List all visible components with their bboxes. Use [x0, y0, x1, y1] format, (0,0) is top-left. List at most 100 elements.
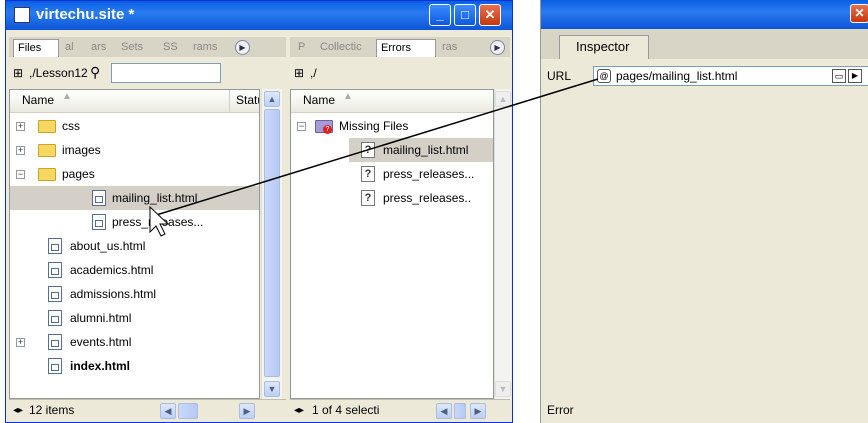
files-status-bar: ◂▸ 12 items ◀ ▶ — [9, 399, 286, 422]
errors-status-bar: ◂▸ 1 of 4 selecti ◀ ▶ — [290, 399, 510, 422]
path-label: ,/Lesson12 — [29, 66, 88, 80]
list-item[interactable]: about_us.html — [10, 234, 259, 258]
hscroll-thumb[interactable] — [454, 403, 466, 419]
maximize-button[interactable]: □ — [454, 4, 476, 26]
html-file-icon — [48, 238, 62, 254]
close-button[interactable]: ✕ — [479, 4, 501, 26]
list-item[interactable]: + events.html — [10, 330, 259, 354]
site-window: virtechu.site * _ □ ✕ Files al ars Sets … — [5, 0, 513, 423]
tab-snippets[interactable]: Sets — [117, 39, 165, 57]
hscroll-thumb[interactable] — [178, 403, 198, 419]
list-item-label: academics.html — [70, 263, 154, 277]
scroll-down-icon[interactable]: ▼ — [264, 381, 280, 397]
tab-errors[interactable]: Errors — [376, 39, 436, 57]
url-arrow-icon[interactable]: ▶ — [848, 69, 862, 83]
minimize-button[interactable]: _ — [429, 4, 451, 26]
scroll-up-icon[interactable]: ▲ — [264, 91, 280, 107]
list-item[interactable]: ? mailing_list.html — [349, 138, 493, 162]
scroll-left-icon[interactable]: ◀ — [160, 403, 176, 419]
window-titlebar[interactable]: virtechu.site * _ □ ✕ — [6, 1, 512, 30]
expand-icon[interactable]: ◂▸ — [294, 400, 304, 421]
inspector-panel: ✕ Inspector URL @ pages/mailing_list.htm… — [540, 0, 868, 423]
list-item-label: press_releases... — [383, 167, 475, 181]
expand-icon[interactable]: ◂▸ — [13, 400, 23, 421]
column-name[interactable]: Name — [303, 93, 335, 107]
tab-programs[interactable]: rams — [189, 39, 241, 57]
scroll-left-icon[interactable]: ◀ — [436, 403, 452, 419]
column-name[interactable]: Name — [22, 93, 54, 107]
path-label: ,/ — [310, 66, 317, 80]
html-file-icon — [92, 190, 106, 206]
scroll-right-icon[interactable]: ▶ — [470, 403, 486, 419]
html-file-icon — [48, 310, 62, 326]
browse-folder-icon[interactable]: ▭ — [832, 69, 846, 83]
list-item-label: mailing_list.html — [383, 143, 469, 157]
list-item-label: css — [62, 119, 80, 133]
files-list: Name ▲ Statu + css + images − pages mailing_li… — [9, 89, 260, 399]
expand-icon[interactable]: + — [16, 338, 25, 347]
panel-menu-icon[interactable]: ▶ — [490, 40, 505, 55]
column-status[interactable]: Statu — [236, 93, 259, 107]
files-status-text: 12 items — [29, 403, 75, 417]
html-file-icon — [92, 214, 106, 230]
tab-inspector[interactable]: Inspector — [559, 35, 649, 59]
list-item[interactable]: press_releases... — [10, 210, 259, 234]
scroll-right-icon[interactable]: ▶ — [239, 403, 255, 419]
list-item-label: pages — [62, 167, 95, 181]
scroll-up-icon[interactable]: ▲ — [495, 91, 511, 107]
folder-icon — [38, 144, 56, 157]
url-label: URL — [547, 69, 572, 83]
list-item[interactable]: ? press_releases.. — [349, 186, 493, 210]
list-item[interactable]: ? press_releases... — [349, 162, 493, 186]
list-item-label: index.html — [70, 359, 131, 373]
list-item[interactable]: + css — [10, 114, 259, 138]
url-field[interactable]: @ pages/mailing_list.html ▭ ▶ — [593, 66, 868, 86]
folder-icon — [38, 120, 56, 133]
expand-icon[interactable]: + — [16, 122, 25, 131]
list-item-label: images — [62, 143, 101, 157]
tab-extras[interactable]: ras — [438, 39, 482, 57]
sort-asc-icon: ▲ — [62, 91, 72, 102]
list-item[interactable]: mailing_list.html — [10, 186, 259, 210]
list-item-label: mailing_list.html — [112, 191, 198, 205]
list-item[interactable]: − pages — [10, 162, 259, 186]
search-input[interactable] — [111, 63, 221, 83]
site-icon — [14, 7, 30, 23]
results-panel: P Collectic Errors ras ▶ ⊞ ,/ Name ▲ − ?… — [290, 37, 511, 422]
list-item[interactable]: alumni.html — [10, 306, 259, 330]
tab-files[interactable]: Files — [13, 39, 59, 57]
list-item[interactable]: admissions.html — [10, 282, 259, 306]
collapse-icon[interactable]: − — [16, 170, 25, 179]
errors-scrollbar[interactable]: ▲ ▼ — [494, 89, 511, 399]
scroll-down-icon[interactable]: ▼ — [495, 381, 511, 397]
panel-menu-icon[interactable]: ▶ — [235, 40, 250, 55]
list-item[interactable]: academics.html — [10, 258, 259, 282]
scroll-thumb[interactable] — [264, 109, 280, 377]
inspector-titlebar[interactable] — [541, 0, 868, 29]
errors-list-header: Name ▲ — [291, 90, 493, 113]
list-item-label: alumni.html — [70, 311, 132, 325]
files-list-header: Name ▲ Statu — [10, 90, 259, 113]
html-file-icon — [48, 262, 62, 278]
point-to-file-icon[interactable]: @ — [597, 69, 611, 83]
group-label: Missing Files — [339, 119, 409, 133]
column-divider — [229, 90, 230, 112]
results-panel-tabs: P Collectic Errors ras ▶ — [290, 37, 510, 57]
search-icon[interactable]: ⚲ — [90, 62, 110, 82]
site-root-icon[interactable]: ⊞ — [294, 64, 324, 82]
tab-collections[interactable]: Collectic — [316, 39, 380, 57]
list-item-label: about_us.html — [70, 239, 146, 253]
expand-icon[interactable]: + — [16, 146, 25, 155]
list-item[interactable]: + images — [10, 138, 259, 162]
list-item[interactable]: index.html — [10, 354, 259, 378]
errors-status-text: 1 of 4 selecti — [312, 403, 380, 417]
html-file-icon — [48, 358, 62, 374]
missing-file-icon: ? — [361, 166, 375, 182]
inspector-close-button[interactable]: ✕ — [850, 4, 868, 23]
list-item-label: admissions.html — [70, 287, 157, 301]
group-row[interactable]: − ? Missing Files — [291, 114, 493, 138]
collapse-icon[interactable]: − — [297, 122, 306, 131]
error-label: Error — [547, 403, 574, 417]
list-item-label: events.html — [70, 335, 132, 349]
files-scrollbar[interactable]: ▲ ▼ — [261, 89, 282, 399]
